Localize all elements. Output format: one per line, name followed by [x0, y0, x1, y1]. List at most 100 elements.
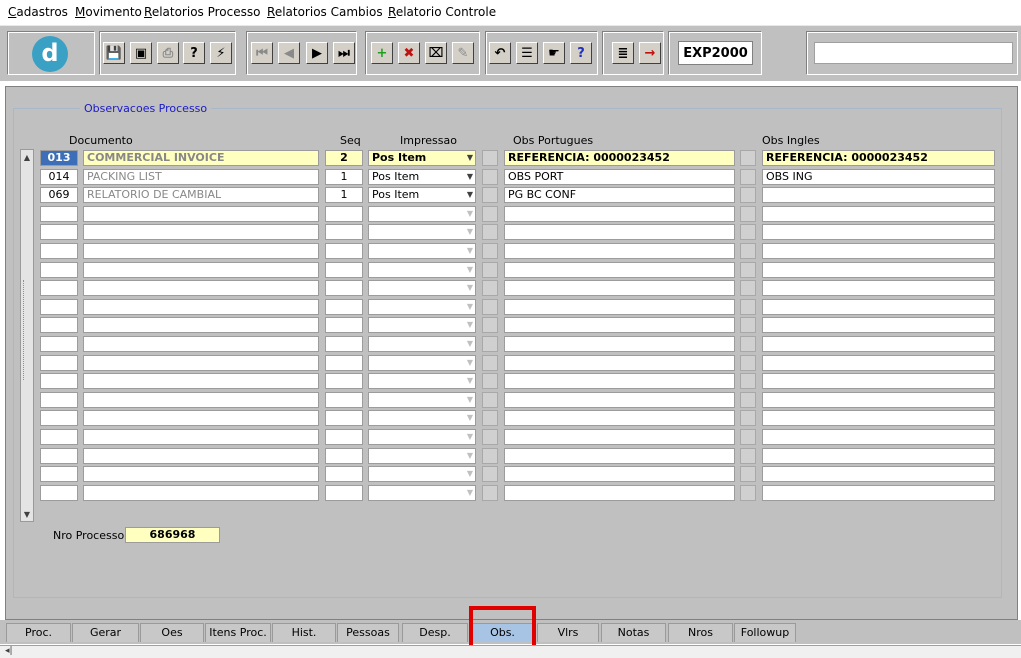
- impressao-select[interactable]: Pos Item ▼: [368, 169, 476, 185]
- obs-ingles-field[interactable]: [762, 336, 995, 352]
- obs-portugues-editor-button[interactable]: [482, 206, 498, 222]
- chevron-down-icon[interactable]: ▼: [467, 393, 473, 407]
- documento-code-field[interactable]: [40, 448, 78, 464]
- documento-code-field[interactable]: [40, 206, 78, 222]
- chevron-down-icon[interactable]: ▼: [467, 300, 473, 314]
- seq-field[interactable]: [325, 206, 363, 222]
- documento-code-field[interactable]: [40, 410, 78, 426]
- obs-portugues-field[interactable]: [504, 392, 735, 408]
- chevron-down-icon[interactable]: ▼: [467, 449, 473, 463]
- first-record-button[interactable]: ⏮: [251, 42, 273, 64]
- obs-portugues-editor-button[interactable]: [482, 485, 498, 501]
- chevron-down-icon[interactable]: ▼: [467, 356, 473, 370]
- obs-portugues-field[interactable]: OBS PORT: [504, 169, 735, 185]
- obs-portugues-field[interactable]: [504, 206, 735, 222]
- chevron-down-icon[interactable]: ▼: [467, 430, 473, 444]
- impressao-select[interactable]: ▼: [368, 355, 476, 371]
- insert-record-button[interactable]: +: [371, 42, 393, 64]
- obs-portugues-editor-button[interactable]: [482, 262, 498, 278]
- obs-ingles-field[interactable]: [762, 224, 995, 240]
- impressao-select[interactable]: ▼: [368, 206, 476, 222]
- obs-ingles-field[interactable]: [762, 262, 995, 278]
- documento-code-field[interactable]: [40, 355, 78, 371]
- documento-name-field[interactable]: [83, 448, 319, 464]
- documento-name-field[interactable]: [83, 429, 319, 445]
- impressao-select[interactable]: ▼: [368, 485, 476, 501]
- impressao-select[interactable]: ▼: [368, 466, 476, 482]
- vertical-scrollbar[interactable]: ▲ ▼: [20, 149, 34, 522]
- seq-field[interactable]: 1: [325, 169, 363, 185]
- documento-code-field[interactable]: [40, 280, 78, 296]
- obs-ingles-editor-button[interactable]: [740, 169, 756, 185]
- obs-ingles-field[interactable]: [762, 392, 995, 408]
- impressao-select[interactable]: ▼: [368, 243, 476, 259]
- obs-ingles-editor-button[interactable]: [740, 429, 756, 445]
- chevron-down-icon[interactable]: ▼: [467, 486, 473, 500]
- delete-record-button[interactable]: ✖: [398, 42, 420, 64]
- seq-field[interactable]: [325, 410, 363, 426]
- tab-followup[interactable]: Followup: [734, 623, 796, 642]
- obs-portugues-field[interactable]: [504, 429, 735, 445]
- obs-portugues-editor-button[interactable]: [482, 410, 498, 426]
- menu-movimento[interactable]: Movimento: [75, 5, 142, 19]
- obs-ingles-field[interactable]: [762, 243, 995, 259]
- obs-portugues-field[interactable]: [504, 466, 735, 482]
- seq-field[interactable]: [325, 355, 363, 371]
- impressao-select[interactable]: ▼: [368, 448, 476, 464]
- obs-portugues-field[interactable]: [504, 448, 735, 464]
- obs-ingles-editor-button[interactable]: [740, 299, 756, 315]
- chevron-down-icon[interactable]: ▼: [467, 411, 473, 425]
- previous-record-button[interactable]: ◀: [278, 42, 300, 64]
- seq-field[interactable]: [325, 373, 363, 389]
- obs-portugues-field[interactable]: [504, 280, 735, 296]
- documento-code-field[interactable]: [40, 429, 78, 445]
- impressao-select[interactable]: ▼: [368, 410, 476, 426]
- obs-ingles-editor-button[interactable]: [740, 336, 756, 352]
- documento-name-field[interactable]: PACKING LIST: [83, 169, 319, 185]
- undo-button[interactable]: ↶: [489, 42, 511, 64]
- menu-relatorios-cambios[interactable]: Relatorios Cambios: [267, 5, 383, 19]
- tab-oes[interactable]: Oes: [140, 623, 204, 642]
- next-record-button[interactable]: ▶: [306, 42, 328, 64]
- obs-portugues-editor-button[interactable]: [482, 280, 498, 296]
- obs-portugues-field[interactable]: [504, 485, 735, 501]
- seq-field[interactable]: [325, 299, 363, 315]
- tab-vlrs[interactable]: Vlrs: [537, 623, 599, 642]
- chevron-down-icon[interactable]: ▼: [467, 170, 473, 184]
- obs-ingles-editor-button[interactable]: [740, 317, 756, 333]
- obs-ingles-editor-button[interactable]: [740, 262, 756, 278]
- impressao-select[interactable]: ▼: [368, 429, 476, 445]
- obs-ingles-field[interactable]: [762, 355, 995, 371]
- obs-portugues-field[interactable]: [504, 262, 735, 278]
- documento-name-field[interactable]: [83, 280, 319, 296]
- list-button[interactable]: ☰: [516, 42, 538, 64]
- obs-portugues-field[interactable]: [504, 317, 735, 333]
- obs-portugues-field[interactable]: [504, 410, 735, 426]
- obs-ingles-editor-button[interactable]: [740, 448, 756, 464]
- obs-ingles-editor-button[interactable]: [740, 466, 756, 482]
- obs-portugues-field[interactable]: [504, 355, 735, 371]
- menu-cadastros[interactable]: Cadastros: [8, 5, 68, 19]
- documento-code-field[interactable]: [40, 317, 78, 333]
- documento-code-field[interactable]: [40, 392, 78, 408]
- obs-ingles-field[interactable]: [762, 466, 995, 482]
- menu-relatorio-controle[interactable]: Relatorio Controle: [388, 5, 496, 19]
- chevron-down-icon[interactable]: ▼: [467, 281, 473, 295]
- documento-name-field[interactable]: [83, 466, 319, 482]
- obs-ingles-editor-button[interactable]: [740, 206, 756, 222]
- impressao-select[interactable]: ▼: [368, 317, 476, 333]
- obs-ingles-editor-button[interactable]: [740, 243, 756, 259]
- documento-code-field[interactable]: 014: [40, 169, 78, 185]
- tab-pessoas[interactable]: Pessoas: [337, 623, 399, 642]
- documento-code-field[interactable]: 013: [40, 150, 78, 166]
- last-record-button[interactable]: ⏭: [333, 42, 355, 64]
- documento-code-field[interactable]: [40, 262, 78, 278]
- seq-field[interactable]: [325, 485, 363, 501]
- documento-code-field[interactable]: 069: [40, 187, 78, 203]
- obs-ingles-editor-button[interactable]: [740, 373, 756, 389]
- menu-relatorios-processo[interactable]: Relatorios Processo: [144, 5, 260, 19]
- seq-field[interactable]: [325, 280, 363, 296]
- obs-portugues-field[interactable]: [504, 224, 735, 240]
- documento-name-field[interactable]: [83, 373, 319, 389]
- obs-ingles-field[interactable]: [762, 485, 995, 501]
